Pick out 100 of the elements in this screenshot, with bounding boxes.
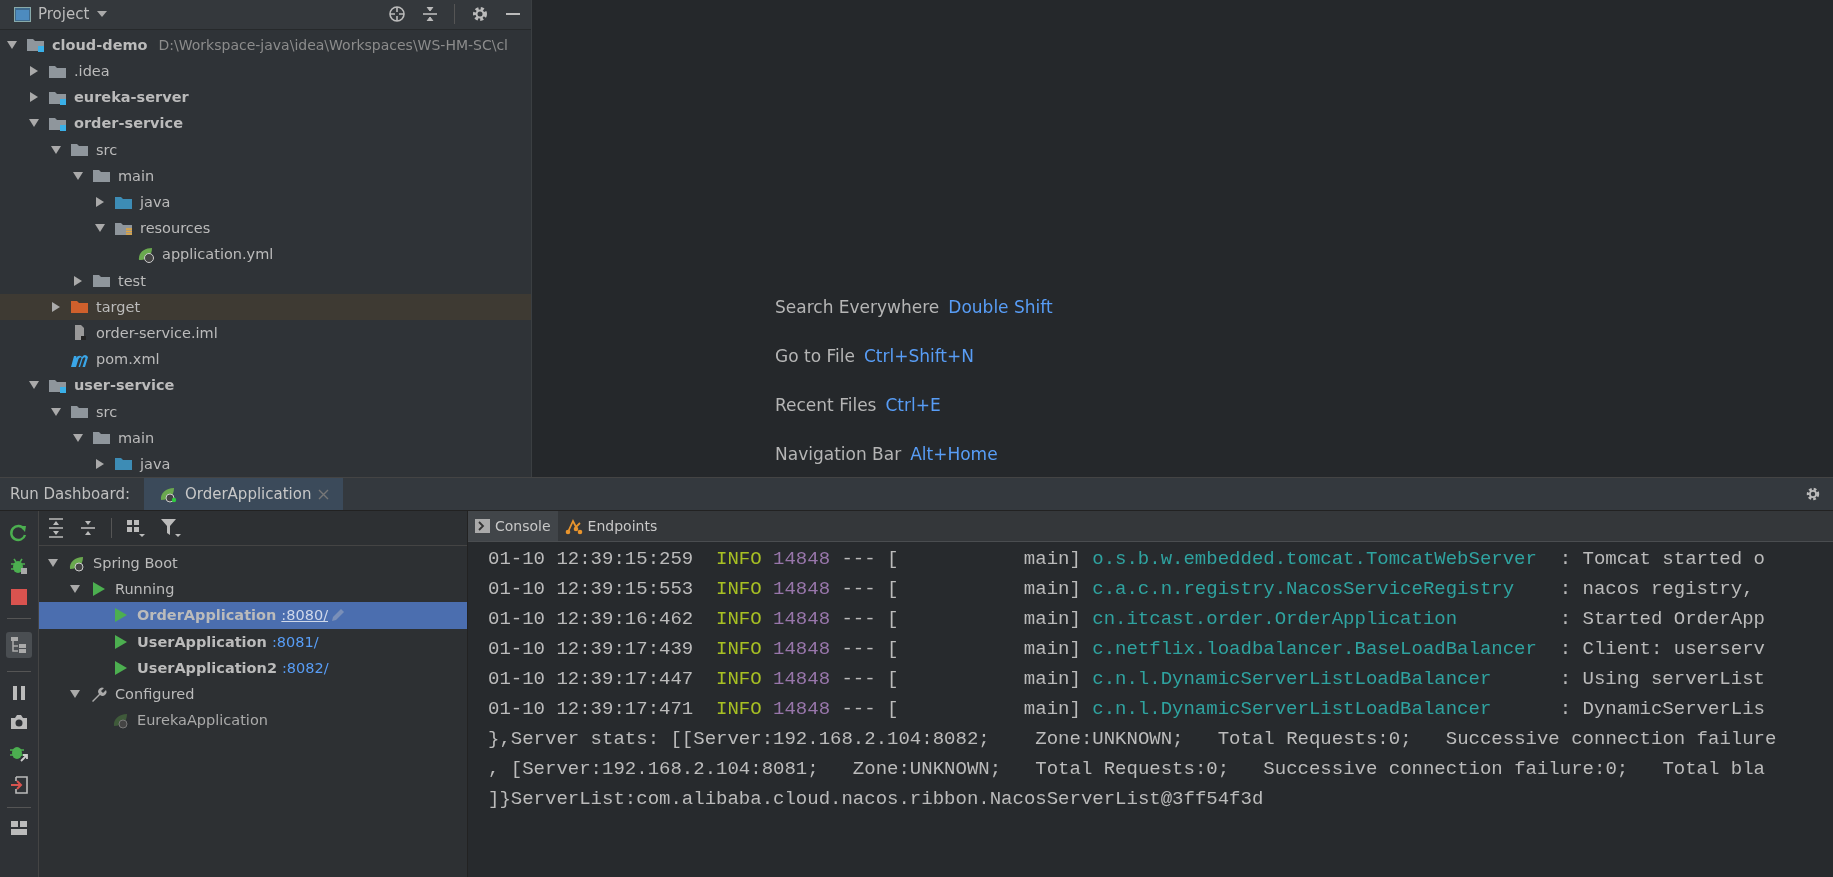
- dropdown-caret-icon[interactable]: [96, 10, 109, 19]
- tree-item[interactable]: .idea: [74, 63, 110, 80]
- source-folder-icon: [114, 455, 134, 473]
- import-icon[interactable]: [10, 776, 28, 794]
- log-timestamp: 01-10 12:39:17:471: [488, 697, 695, 722]
- log-level: INFO: [716, 577, 763, 602]
- layout-icon[interactable]: [11, 821, 27, 835]
- folder-icon: [92, 167, 112, 185]
- expanded-arrow-icon[interactable]: [72, 169, 84, 182]
- settings-icon[interactable]: [1805, 486, 1821, 502]
- tree-item[interactable]: src: [96, 403, 118, 420]
- hint-label: Search Everywhere: [775, 296, 940, 319]
- expanded-arrow-icon[interactable]: [6, 38, 18, 51]
- log-pid: 14848: [773, 547, 832, 572]
- log-separator: ---: [841, 547, 877, 572]
- log-separator: ---: [841, 667, 877, 692]
- log-timestamp: 01-10 12:39:16:462: [488, 607, 695, 632]
- spring-leaf-icon: [67, 554, 87, 573]
- camera-icon[interactable]: [10, 714, 28, 730]
- run-tree-row[interactable]: UserApplication2 :8082/: [39, 654, 467, 681]
- run-tree-row[interactable]: EurekaApplication: [39, 707, 467, 734]
- log-message: : Client: userserv: [1559, 637, 1765, 662]
- folder-icon: [92, 272, 112, 290]
- tree-item[interactable]: main: [118, 167, 155, 184]
- tree-item[interactable]: src: [96, 141, 118, 158]
- log-logger: c.n.l.DynamicServerListLoadBalancer: [1092, 667, 1493, 692]
- tree-item[interactable]: main: [118, 429, 155, 446]
- pause-icon[interactable]: [12, 685, 26, 701]
- console-tab[interactable]: Console: [468, 511, 558, 541]
- log-logger: c.n.l.DynamicServerListLoadBalancer: [1092, 697, 1493, 722]
- expanded-arrow-icon[interactable]: [72, 431, 84, 444]
- group-icon[interactable]: [126, 518, 146, 538]
- tree-item[interactable]: user-service: [74, 377, 175, 394]
- tree-item[interactable]: target: [96, 298, 141, 315]
- shortcut-text: Ctrl+E: [885, 394, 941, 417]
- log-logger: cn.itcast.order.OrderApplication: [1092, 607, 1459, 632]
- log-thread: [ main]: [887, 697, 1082, 722]
- run-config-name: UserApplication2: [137, 659, 277, 676]
- collapsed-arrow-icon[interactable]: [50, 300, 62, 313]
- run-tab[interactable]: OrderApplication: [143, 478, 344, 510]
- filter-icon[interactable]: [160, 517, 182, 539]
- log-timestamp: 01-10 12:39:17:439: [488, 637, 695, 662]
- shortcut-text: Alt+Home: [910, 443, 998, 466]
- shortcut-text: Double Shift: [948, 296, 1053, 319]
- tree-item[interactable]: order-service: [74, 115, 183, 132]
- run-tree-row[interactable]: OrderApplication :8080/: [39, 602, 467, 629]
- tree-item[interactable]: test: [118, 272, 146, 289]
- run-tree-row[interactable]: Running: [39, 576, 467, 603]
- expand-all-icon[interactable]: [47, 518, 65, 538]
- log-message: : nacos registry,: [1559, 577, 1754, 602]
- port-link[interactable]: :8080/: [281, 607, 328, 624]
- expanded-arrow-icon[interactable]: [50, 143, 62, 156]
- project-path: D:\Workspace-java\idea\Workspaces\WS-HM-SC\cl: [158, 36, 508, 53]
- module-folder-icon: [26, 36, 46, 54]
- log-thread: [ main]: [887, 607, 1082, 632]
- collapsed-arrow-icon[interactable]: [28, 91, 40, 104]
- collapse-all-icon[interactable]: [79, 518, 97, 538]
- log-logger: o.s.b.w.embedded.tomcat.TomcatWebServer: [1092, 547, 1538, 572]
- tree-item[interactable]: cloud-demo: [52, 36, 148, 53]
- run-tree-row[interactable]: UserApplication :8081/: [39, 628, 467, 655]
- locate-icon[interactable]: [388, 5, 406, 24]
- collapsed-arrow-icon[interactable]: [94, 457, 106, 470]
- endpoints-icon: [564, 517, 583, 535]
- port-link[interactable]: :8082/: [281, 659, 329, 676]
- run-tree-row[interactable]: Spring Boot: [39, 550, 467, 577]
- tree-item[interactable]: order-service.iml: [96, 324, 218, 341]
- tree-item[interactable]: application.yml: [162, 246, 274, 263]
- expanded-arrow-icon[interactable]: [50, 405, 62, 418]
- excluded-folder-icon: [70, 298, 90, 316]
- port-link[interactable]: :8081/: [271, 633, 319, 650]
- console-tab[interactable]: Endpoints: [557, 511, 665, 541]
- collapsed-arrow-icon[interactable]: [28, 65, 40, 78]
- bug-icon[interactable]: [9, 556, 29, 576]
- hint-label: Navigation Bar: [775, 443, 902, 466]
- log-pid: 14848: [773, 607, 832, 632]
- tree-item[interactable]: eureka-server: [74, 89, 189, 106]
- log-thread: [ main]: [887, 547, 1082, 572]
- collapsed-arrow-icon[interactable]: [94, 196, 106, 209]
- log-pid: 14848: [773, 577, 832, 602]
- collapse-all-icon[interactable]: [422, 5, 438, 24]
- log-text: },Server stats: [[Server:192.168.2.104:8082; Zone:UNKNOWN; Total Requests:0; Successive connection failure: [488, 727, 1777, 752]
- rerun-icon[interactable]: [9, 523, 29, 543]
- log-pid: 14848: [773, 667, 832, 692]
- tree-item[interactable]: pom.xml: [96, 351, 160, 368]
- settings-icon[interactable]: [471, 5, 489, 24]
- tree-item[interactable]: java: [140, 194, 171, 211]
- collapsed-arrow-icon[interactable]: [72, 274, 84, 287]
- log-separator: ---: [841, 637, 877, 662]
- log-separator: ---: [841, 607, 877, 632]
- run-config-name: Running: [115, 581, 175, 598]
- run-tree-row[interactable]: Configured: [39, 680, 467, 708]
- folder-icon: [70, 141, 90, 159]
- log-logger: c.a.c.n.registry.NacosServiceRegistry: [1092, 577, 1516, 602]
- tree-item[interactable]: resources: [140, 220, 211, 237]
- panel-title[interactable]: Project: [38, 5, 90, 24]
- log-text: , [Server:192.168.2.104:8081; Zone:UNKNOWN; Total Requests:0; Successive connection failure:0; Total bla: [488, 757, 1765, 782]
- tree-item[interactable]: java: [140, 455, 171, 472]
- run-config-name: UserApplication: [137, 633, 267, 650]
- tree-view-icon[interactable]: [6, 632, 32, 658]
- log-level: INFO: [716, 607, 763, 632]
